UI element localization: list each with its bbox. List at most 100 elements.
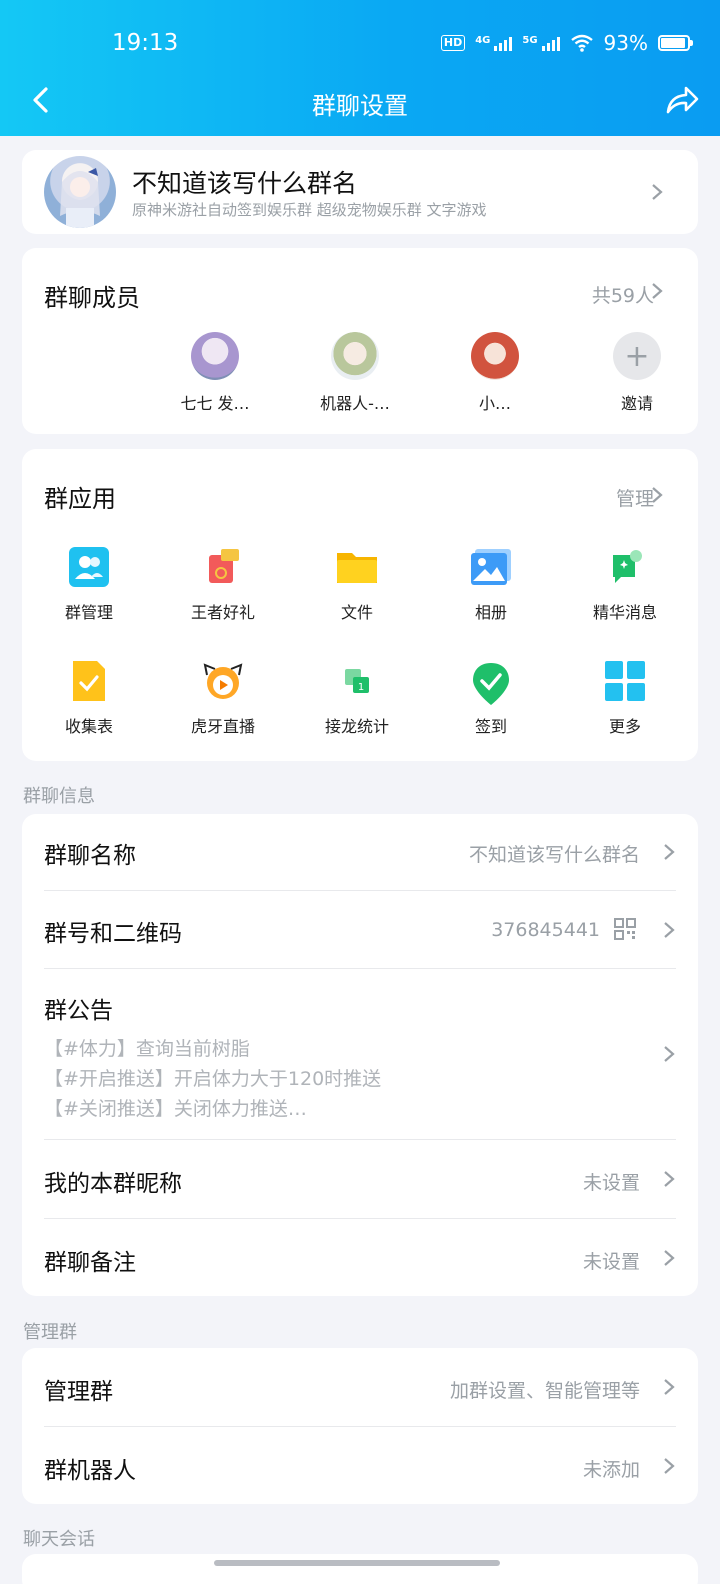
invite-label: 邀请 <box>620 394 653 413</box>
row-value: 加群设置、智能管理等 <box>449 1380 640 1402</box>
app-label: 群管理 <box>64 603 113 622</box>
app-label: 相册 <box>474 603 507 622</box>
app-form[interactable]: 收集表 <box>22 661 156 737</box>
row-title: 群机器人 <box>44 1458 136 1484</box>
app-relay[interactable]: 1 接龙统计 <box>290 661 424 737</box>
group-number-row[interactable]: 群号和二维码 376845441 <box>44 891 676 969</box>
row-title: 群号和二维码 <box>44 921 182 947</box>
app-checkin[interactable]: 签到 <box>424 661 558 737</box>
share-icon[interactable] <box>664 82 700 118</box>
app-label: 虎牙直播 <box>190 717 255 736</box>
member-avatar <box>191 332 239 380</box>
app-label: 收集表 <box>64 717 113 736</box>
signal-5g-icon: 5G <box>522 35 560 51</box>
status-time: 19:13 <box>112 30 179 56</box>
group-manage-icon <box>69 547 109 587</box>
app-label: 签到 <box>474 717 507 736</box>
app-huya[interactable]: 虎牙直播 <box>156 661 290 737</box>
chat-session-card[interactable] <box>22 1554 698 1584</box>
status-icons: HD 4G 5G 93% <box>440 31 693 55</box>
wifi-icon <box>570 34 593 52</box>
app-files[interactable]: 文件 <box>290 547 424 623</box>
row-title: 群聊备注 <box>44 1250 136 1276</box>
app-gift[interactable]: 王者好礼 <box>156 547 290 623</box>
app-featured[interactable]: 精华消息 <box>558 547 692 623</box>
chevron-right-icon <box>664 1458 675 1474</box>
members-title: 群聊成员 <box>44 284 140 312</box>
group-avatar <box>44 156 116 228</box>
row-title: 群公告 <box>44 998 113 1024</box>
members-card[interactable]: 群聊成员 共59人 七七 发… 机器人-… 小… + 邀请 <box>22 248 698 434</box>
notice-line: 【#开启推送】开启体力大于120时推送 <box>44 1068 382 1090</box>
member-item[interactable]: 机器人-… <box>300 332 410 414</box>
notice-line: 【#体力】查询当前树脂 <box>44 1038 250 1060</box>
group-apps-card: 群应用 管理 群管理 王者好礼 文件 相册 精华消息 收集表 虎牙直播 1 接龙… <box>22 449 698 761</box>
relay-stat-icon: 1 <box>337 661 377 701</box>
signal-4g-icon: 4G <box>475 35 513 51</box>
member-name: 机器人-… <box>320 394 390 413</box>
row-value: 未设置 <box>582 1251 640 1273</box>
chevron-right-icon <box>652 283 663 299</box>
huya-live-icon <box>203 661 243 701</box>
chevron-right-icon <box>652 184 663 200</box>
apps-title: 群应用 <box>44 485 116 513</box>
group-robot-row[interactable]: 群机器人 未添加 <box>44 1427 676 1504</box>
form-icon <box>69 661 109 701</box>
group-info-card: 群聊名称 不知道该写什么群名 群号和二维码 376845441 群公告 【#体力… <box>22 814 698 1296</box>
chevron-right-icon <box>652 487 663 503</box>
app-label: 更多 <box>608 717 641 736</box>
home-indicator[interactable] <box>214 1560 500 1566</box>
chevron-right-icon <box>664 1171 675 1187</box>
my-nickname-row[interactable]: 我的本群昵称 未设置 <box>44 1140 676 1218</box>
svg-text:1: 1 <box>358 682 364 693</box>
manage-group-row[interactable]: 管理群 加群设置、智能管理等 <box>44 1348 676 1426</box>
page-title: 群聊设置 <box>312 92 408 120</box>
app-group-manage[interactable]: 群管理 <box>22 547 156 623</box>
member-count: 共59人 <box>591 285 654 307</box>
app-label: 精华消息 <box>592 603 657 622</box>
apps-manage-link[interactable]: 管理 <box>616 484 654 511</box>
photo-album-icon <box>471 547 511 587</box>
invite-button[interactable]: + 邀请 <box>582 332 692 414</box>
row-value: 未设置 <box>582 1172 640 1194</box>
checkin-icon <box>471 661 511 705</box>
battery-icon <box>658 35 693 51</box>
member-avatar <box>471 332 519 380</box>
app-label: 接龙统计 <box>324 717 389 736</box>
group-name-row[interactable]: 群聊名称 不知道该写什么群名 <box>44 814 676 890</box>
member-name: 小… <box>478 394 511 413</box>
plus-icon: + <box>613 332 661 380</box>
section-label-manage: 管理群 <box>23 1322 77 1343</box>
group-name: 不知道该写什么群名 <box>132 169 358 198</box>
group-profile-card[interactable]: 不知道该写什么群名 原神米游社自动签到娱乐群 超级宠物娱乐群 文字游戏 <box>22 150 698 234</box>
row-title: 群聊名称 <box>44 843 136 869</box>
row-title: 管理群 <box>44 1379 113 1405</box>
chevron-right-icon <box>664 1250 675 1266</box>
folder-icon <box>337 547 377 587</box>
gift-icon <box>203 547 243 587</box>
notice-line: 【#关闭推送】关闭体力推送… <box>44 1098 307 1120</box>
hd-icon: HD <box>440 35 466 51</box>
featured-message-icon <box>605 547 645 587</box>
chevron-right-icon <box>664 1379 675 1395</box>
group-remark-row[interactable]: 群聊备注 未设置 <box>44 1219 676 1296</box>
more-grid-icon <box>605 661 645 701</box>
member-item[interactable]: 小… <box>440 332 550 414</box>
battery-percent: 93% <box>603 31 648 55</box>
app-more[interactable]: 更多 <box>558 661 692 737</box>
app-label: 文件 <box>340 603 373 622</box>
app-label: 王者好礼 <box>190 603 255 622</box>
app-album[interactable]: 相册 <box>424 547 558 623</box>
chevron-right-icon <box>664 844 675 860</box>
row-value: 未添加 <box>582 1459 640 1481</box>
section-label-info: 群聊信息 <box>23 786 95 807</box>
member-avatar <box>331 332 379 380</box>
manage-card: 管理群 加群设置、智能管理等 群机器人 未添加 <box>22 1348 698 1504</box>
group-tags: 原神米游社自动签到娱乐群 超级宠物娱乐群 文字游戏 <box>132 201 487 219</box>
row-title: 我的本群昵称 <box>44 1171 182 1197</box>
group-number-value: 376845441 <box>491 919 600 941</box>
section-label-chat: 聊天会话 <box>23 1529 95 1550</box>
member-item[interactable]: 七七 发… <box>160 332 270 414</box>
row-value: 不知道该写什么群名 <box>468 844 640 866</box>
chevron-right-icon <box>664 1046 675 1062</box>
